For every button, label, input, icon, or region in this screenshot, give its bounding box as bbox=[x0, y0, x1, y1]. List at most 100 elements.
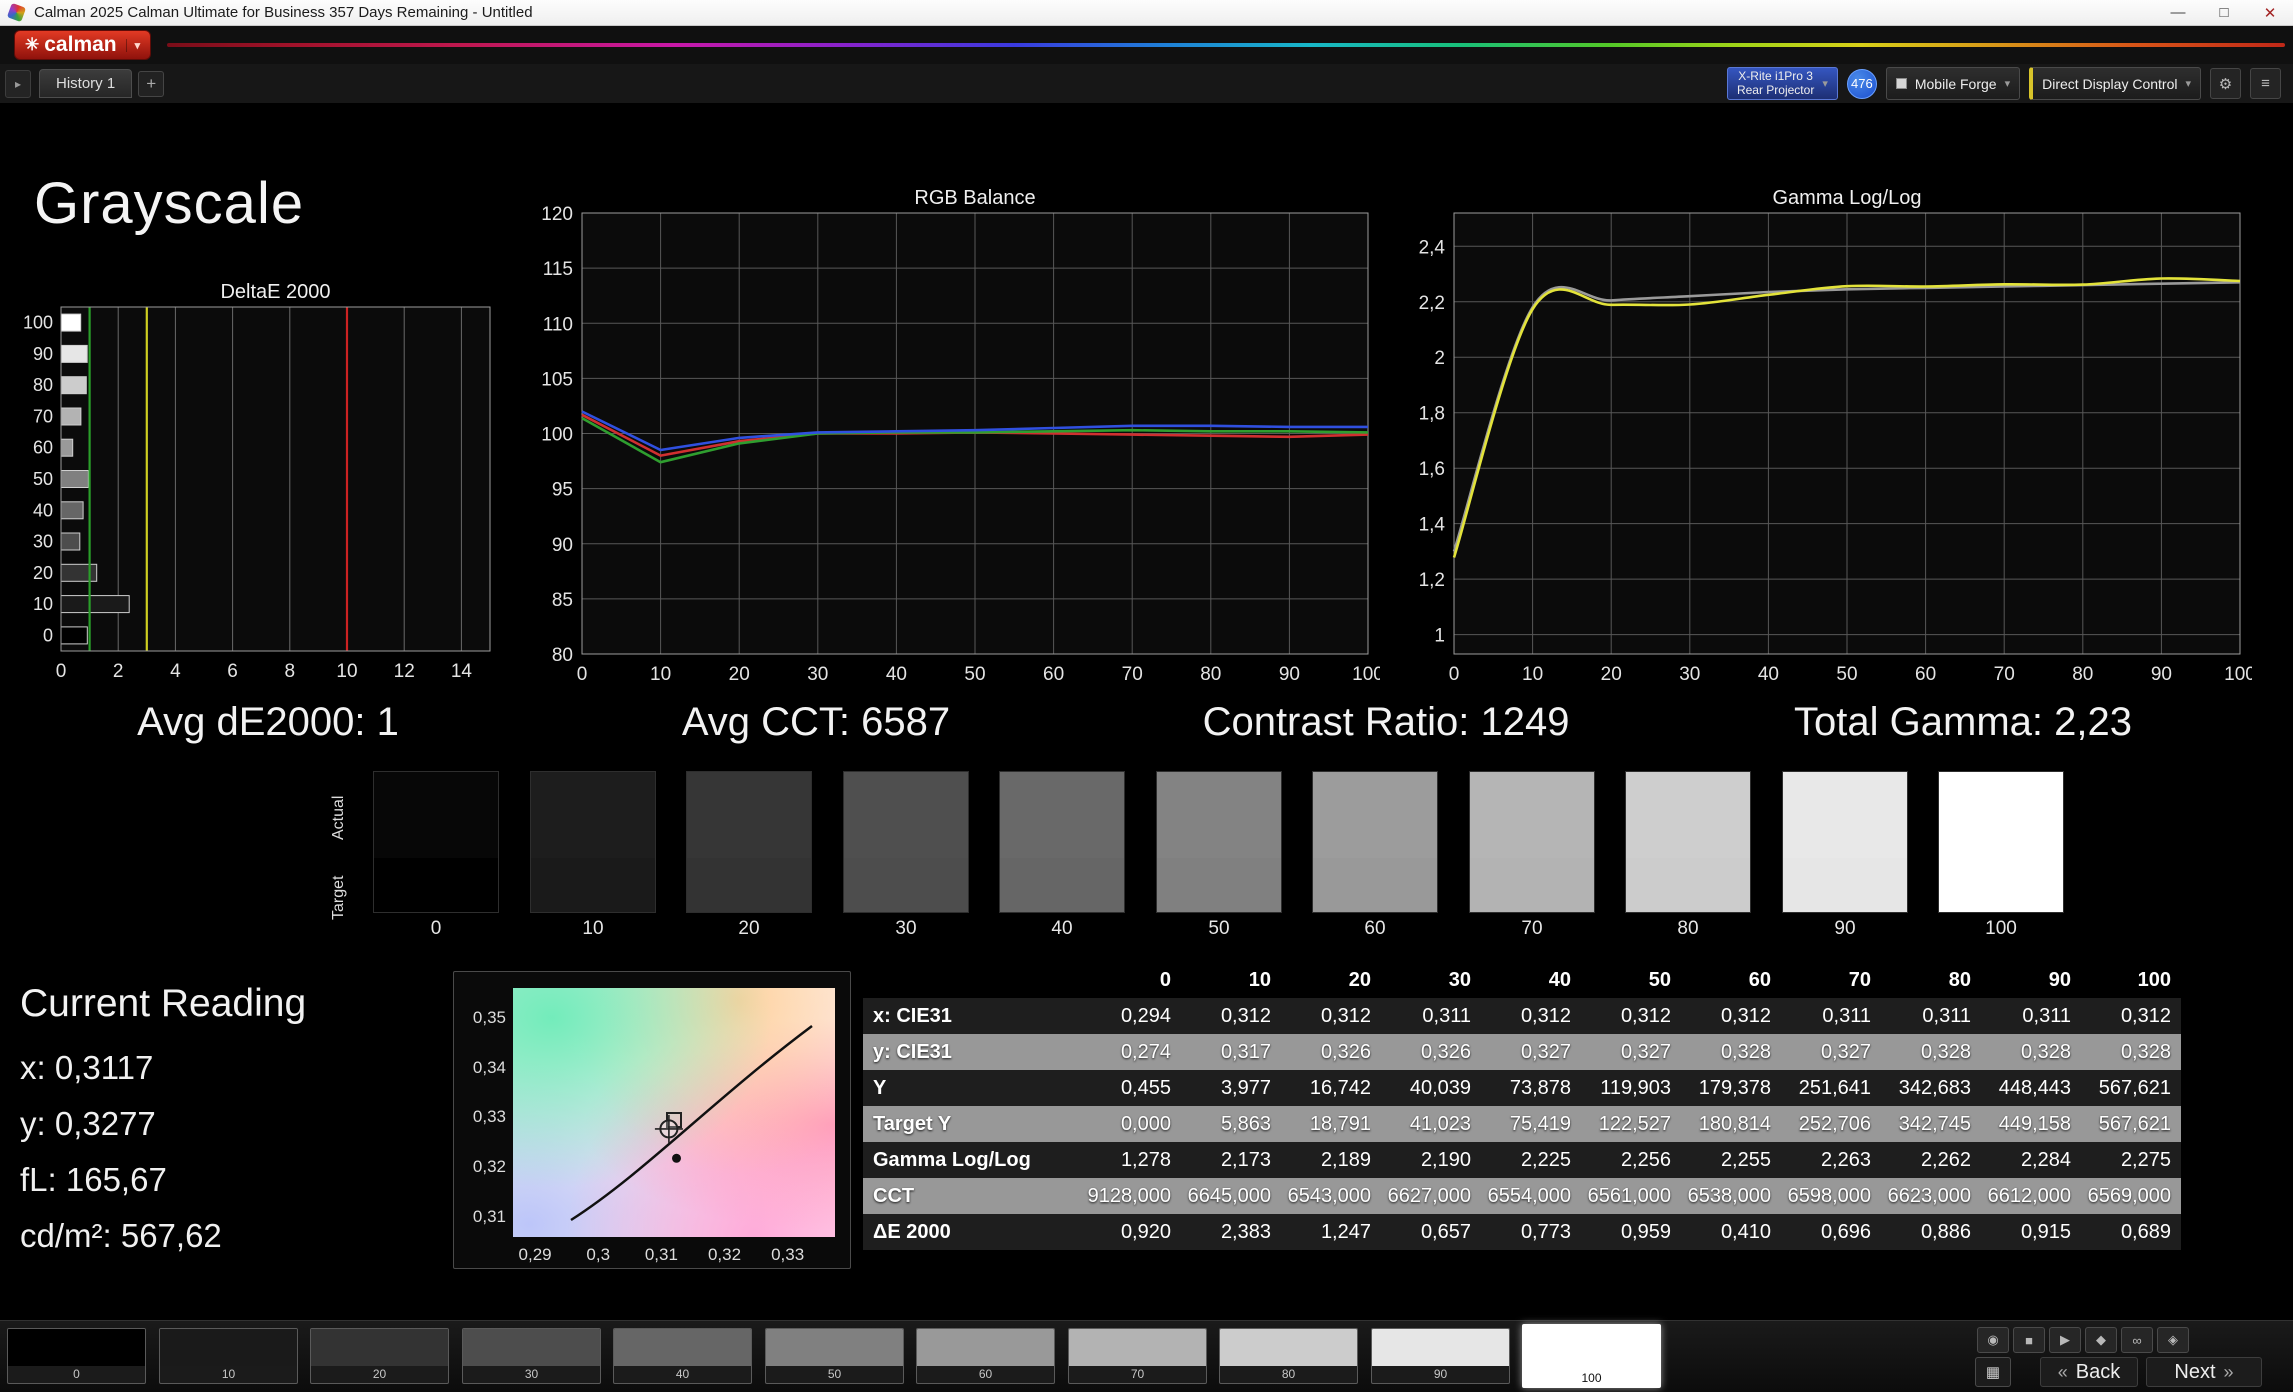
pattern-level-button-10[interactable]: 10 bbox=[159, 1328, 298, 1384]
layout-expander-button[interactable]: ▸ bbox=[5, 70, 31, 98]
pattern-level-button-0[interactable]: 0 bbox=[7, 1328, 146, 1384]
reading-value: cd/m²: 567,62 bbox=[20, 1208, 450, 1264]
grayscale-swatch-100: 100 bbox=[1938, 771, 2064, 940]
settings-gear-button[interactable]: ⚙ bbox=[2210, 68, 2241, 99]
table-cell: 6554,000 bbox=[1481, 1185, 1581, 1208]
minimize-button[interactable]: — bbox=[2155, 0, 2201, 25]
table-cell: 0,920 bbox=[1081, 1221, 1181, 1244]
maximize-button[interactable]: □ bbox=[2201, 0, 2247, 25]
rgb-balance-chart: 0102030405060708090100120115110105100959… bbox=[538, 187, 1380, 690]
aperture-button[interactable]: ◉ bbox=[1977, 1327, 2009, 1353]
svg-text:1,8: 1,8 bbox=[1419, 404, 1445, 425]
next-label: Next bbox=[2174, 1361, 2215, 1384]
cie-x-tick: 0,31 bbox=[645, 1245, 678, 1265]
play-button[interactable]: ▶ bbox=[2049, 1327, 2081, 1353]
table-cell: 2,255 bbox=[1681, 1149, 1781, 1172]
table-cell: 40,039 bbox=[1381, 1077, 1481, 1100]
pattern-level-button-90[interactable]: 90 bbox=[1371, 1328, 1510, 1384]
table-cell: 0,328 bbox=[1881, 1041, 1981, 1064]
grayscale-swatch-60: 60 bbox=[1312, 771, 1438, 940]
table-cell: 0,312 bbox=[2081, 1005, 2181, 1028]
swatch-level-label: 60 bbox=[1312, 918, 1438, 940]
column-header: 90 bbox=[1981, 969, 2081, 992]
svg-text:20: 20 bbox=[33, 563, 53, 583]
table-cell: 6538,000 bbox=[1681, 1185, 1781, 1208]
pattern-swatch bbox=[311, 1329, 448, 1366]
pattern-level-button-20[interactable]: 20 bbox=[310, 1328, 449, 1384]
table-cell: 252,706 bbox=[1781, 1113, 1881, 1136]
column-header: 50 bbox=[1581, 969, 1681, 992]
meter-selector[interactable]: X-Rite i1Pro 3 Rear Projector ▾ bbox=[1727, 67, 1838, 100]
back-button[interactable]: « Back bbox=[2040, 1357, 2138, 1387]
pattern-level-button-50[interactable]: 50 bbox=[765, 1328, 904, 1384]
svg-text:90: 90 bbox=[33, 344, 53, 364]
pattern-level-button-40[interactable]: 40 bbox=[613, 1328, 752, 1384]
play-icon: ▶ bbox=[2060, 1332, 2070, 1347]
table-cell: 180,814 bbox=[1681, 1113, 1781, 1136]
swatch-color bbox=[1782, 771, 1908, 913]
pattern-level-button-30[interactable]: 30 bbox=[462, 1328, 601, 1384]
swatch-color bbox=[373, 771, 499, 913]
svg-text:105: 105 bbox=[541, 369, 573, 390]
contrast-ratio-stat: Contrast Ratio: 1249 bbox=[1203, 700, 1570, 745]
swatch-actual bbox=[1783, 772, 1907, 858]
table-cell: 0,959 bbox=[1581, 1221, 1681, 1244]
swatch-level-label: 10 bbox=[530, 918, 656, 940]
svg-text:70: 70 bbox=[1994, 664, 2015, 685]
pattern-level-button-60[interactable]: 60 bbox=[916, 1328, 1055, 1384]
pattern-level-label: 10 bbox=[160, 1366, 297, 1383]
svg-text:10: 10 bbox=[1522, 664, 1543, 685]
pattern-button[interactable]: ◈ bbox=[2157, 1327, 2189, 1353]
svg-text:2,2: 2,2 bbox=[1419, 293, 1445, 314]
menu-button[interactable]: ≡ bbox=[2250, 68, 2281, 99]
display-control-selector[interactable]: Direct Display Control ▾ bbox=[2029, 67, 2201, 100]
actual-row-label: Actual bbox=[330, 778, 350, 858]
swatch-level-label: 0 bbox=[373, 918, 499, 940]
swatch-target bbox=[1470, 858, 1594, 912]
table-cell: 6561,000 bbox=[1581, 1185, 1681, 1208]
stop-button[interactable]: ■ bbox=[2013, 1327, 2045, 1353]
table-row: y: CIE310,2740,3170,3260,3260,3270,3270,… bbox=[863, 1034, 2181, 1070]
pattern-icon: ◈ bbox=[2168, 1332, 2178, 1347]
svg-text:50: 50 bbox=[964, 664, 985, 685]
calman-logo-icon: ✳ bbox=[25, 35, 39, 55]
chevron-down-icon: ▾ bbox=[1822, 77, 1828, 90]
window-pattern-button[interactable]: ▦ bbox=[1975, 1357, 2011, 1387]
close-button[interactable]: ✕ bbox=[2247, 0, 2293, 25]
calman-menu-button[interactable]: ✳ calman ▾ bbox=[14, 30, 151, 60]
column-header: 30 bbox=[1381, 969, 1481, 992]
table-cell: 1,278 bbox=[1081, 1149, 1181, 1172]
svg-text:40: 40 bbox=[886, 664, 907, 685]
pattern-level-button-80[interactable]: 80 bbox=[1219, 1328, 1358, 1384]
next-button[interactable]: Next » bbox=[2146, 1357, 2262, 1387]
svg-text:0: 0 bbox=[43, 625, 53, 645]
table-cell: 6627,000 bbox=[1381, 1185, 1481, 1208]
pattern-level-label: 60 bbox=[917, 1366, 1054, 1383]
pattern-level-button-100[interactable]: 100 bbox=[1522, 1324, 1661, 1388]
cie-x-tick: 0,3 bbox=[586, 1245, 610, 1265]
swatch-color bbox=[1938, 771, 2064, 913]
add-tab-button[interactable]: + bbox=[138, 71, 164, 97]
swatch-target bbox=[687, 858, 811, 912]
tab-history-1[interactable]: History 1 bbox=[39, 69, 132, 98]
table-cell: 0,455 bbox=[1081, 1077, 1181, 1100]
continuous-button[interactable]: ∞ bbox=[2121, 1327, 2153, 1353]
save-button[interactable]: ◆ bbox=[2085, 1327, 2117, 1353]
avg-cct-stat: Avg CCT: 6587 bbox=[682, 700, 950, 745]
cie-y-tick: 0,32 bbox=[460, 1157, 506, 1177]
svg-text:6: 6 bbox=[227, 661, 238, 682]
rainbow-stripe bbox=[167, 43, 2285, 47]
pattern-level-button-70[interactable]: 70 bbox=[1068, 1328, 1207, 1384]
row-label: CCT bbox=[863, 1185, 1081, 1208]
target-row-label: Target bbox=[330, 856, 350, 940]
row-label: x: CIE31 bbox=[863, 1005, 1081, 1028]
table-cell: 449,158 bbox=[1981, 1113, 2081, 1136]
grayscale-swatch-0: 0 bbox=[373, 771, 499, 940]
swatch-target bbox=[531, 858, 655, 912]
grayscale-swatch-20: 20 bbox=[686, 771, 812, 940]
reading-count-badge[interactable]: 476 bbox=[1847, 69, 1877, 99]
cie-x-tick: 0,29 bbox=[519, 1245, 552, 1265]
source-selector[interactable]: Mobile Forge ▾ bbox=[1886, 67, 2020, 100]
grayscale-swatch-10: 10 bbox=[530, 771, 656, 940]
svg-text:60: 60 bbox=[33, 438, 53, 458]
